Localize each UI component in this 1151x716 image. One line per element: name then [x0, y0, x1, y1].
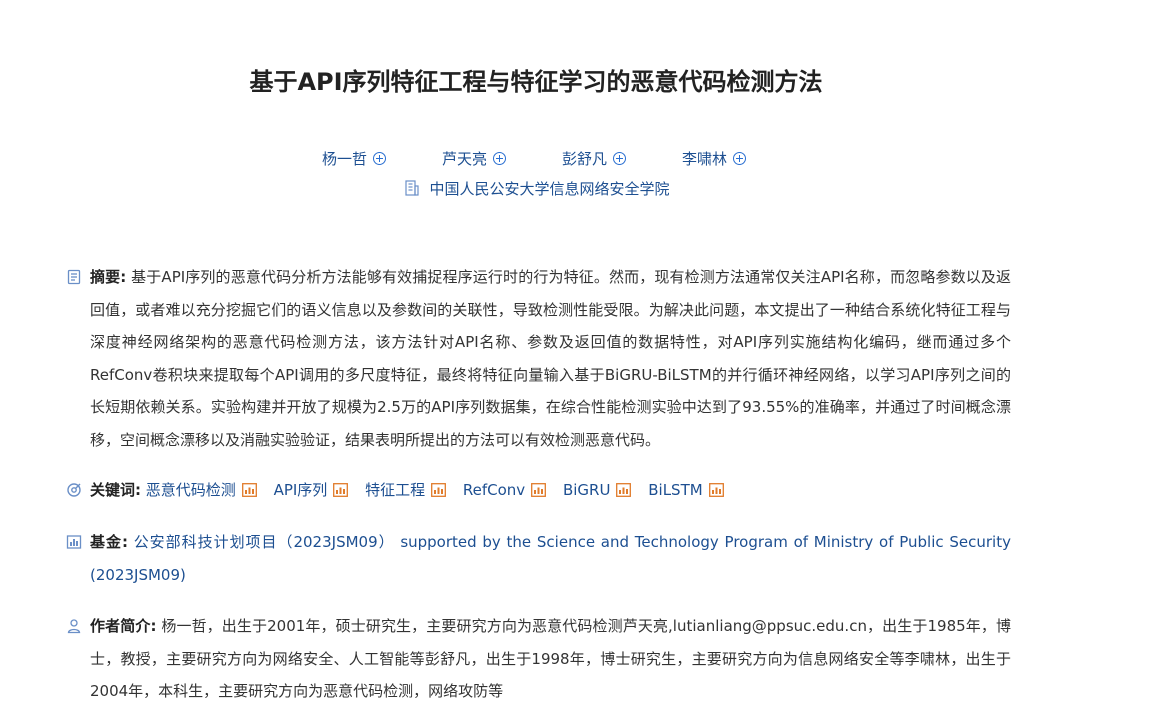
author-name: 彭舒凡	[562, 150, 608, 168]
fund-label: 基金:	[90, 533, 128, 551]
keyword-link[interactable]: BiLSTM	[648, 481, 702, 499]
chart-icon[interactable]	[531, 483, 547, 497]
plus-circle-icon[interactable]	[733, 152, 747, 165]
article-title: 基于API序列特征工程与特征学习的恶意代码检测方法	[249, 68, 823, 96]
building-icon	[405, 180, 420, 196]
abstract-label: 摘要:	[90, 268, 127, 286]
fund-body: 基金: 公安部科技计划项目（2023JSM09） supported by th…	[90, 526, 1011, 591]
keywords-label: 关键词:	[90, 481, 141, 499]
chart-icon	[66, 535, 82, 549]
fund-section: 基金: 公安部科技计划项目（2023JSM09） supported by th…	[66, 526, 1011, 591]
chart-icon[interactable]	[708, 483, 724, 497]
author-link[interactable]: 芦天亮	[442, 148, 506, 169]
abstract-text: 基于API序列的恶意代码分析方法能够有效捕捉程序运行时的行为特征。然而，现有检测…	[90, 268, 1011, 449]
author-link[interactable]: 李啸林	[682, 148, 747, 169]
author-name: 杨一哲	[321, 150, 367, 168]
chart-icon[interactable]	[333, 483, 349, 497]
chart-icon[interactable]	[241, 483, 257, 497]
abstract-body: 摘要: 基于API序列的恶意代码分析方法能够有效捕捉程序运行时的行为特征。然而，…	[90, 261, 1011, 456]
keyword-link[interactable]: BiGRU	[563, 481, 610, 499]
keyword-link[interactable]: 恶意代码检测	[146, 481, 236, 499]
chart-icon[interactable]	[431, 483, 447, 497]
bio-body: 作者简介: 杨一哲，出生于2001年，硕士研究生，主要研究方向为恶意代码检测芦天…	[90, 610, 1011, 708]
plus-circle-icon[interactable]	[613, 152, 627, 165]
author-link[interactable]: 杨一哲	[322, 148, 386, 169]
author-link[interactable]: 彭舒凡	[562, 148, 627, 169]
affiliation[interactable]: 中国人民公安大学信息网络安全学院	[0, 178, 1075, 199]
author-list: 杨一哲 芦天亮 彭舒凡 李啸林	[0, 148, 1068, 169]
keywords-section: 关键词: 恶意代码检测 API序列 特征工程 RefConv BiGRU BiL…	[66, 474, 1011, 507]
bio-section: 作者简介: 杨一哲，出生于2001年，硕士研究生，主要研究方向为恶意代码检测芦天…	[66, 610, 1011, 708]
keyword-link[interactable]: API序列	[274, 481, 328, 499]
affiliation-text: 中国人民公安大学信息网络安全学院	[429, 180, 670, 198]
author-name: 李啸林	[682, 150, 728, 168]
article-page: 基于API序列特征工程与特征学习的恶意代码检测方法 杨一哲 芦天亮 彭舒凡 李啸…	[0, 0, 1151, 716]
fund-text[interactable]: 公安部科技计划项目（2023JSM09） supported by the Sc…	[90, 533, 1011, 584]
chart-icon[interactable]	[616, 483, 632, 497]
keyword-link[interactable]: 特征工程	[365, 481, 425, 499]
keywords-body: 关键词: 恶意代码检测 API序列 特征工程 RefConv BiGRU BiL…	[90, 474, 1011, 507]
tag-icon	[67, 483, 81, 497]
plus-circle-icon[interactable]	[372, 152, 386, 165]
person-icon	[67, 619, 81, 634]
plus-circle-icon[interactable]	[493, 152, 506, 165]
author-name: 芦天亮	[441, 150, 487, 168]
bio-text: 杨一哲，出生于2001年，硕士研究生，主要研究方向为恶意代码检测芦天亮,luti…	[90, 617, 1012, 700]
document-icon	[67, 269, 81, 285]
bio-label: 作者简介:	[90, 617, 157, 635]
abstract-section: 摘要: 基于API序列的恶意代码分析方法能够有效捕捉程序运行时的行为特征。然而，…	[66, 261, 1011, 456]
keyword-link[interactable]: RefConv	[463, 481, 525, 499]
